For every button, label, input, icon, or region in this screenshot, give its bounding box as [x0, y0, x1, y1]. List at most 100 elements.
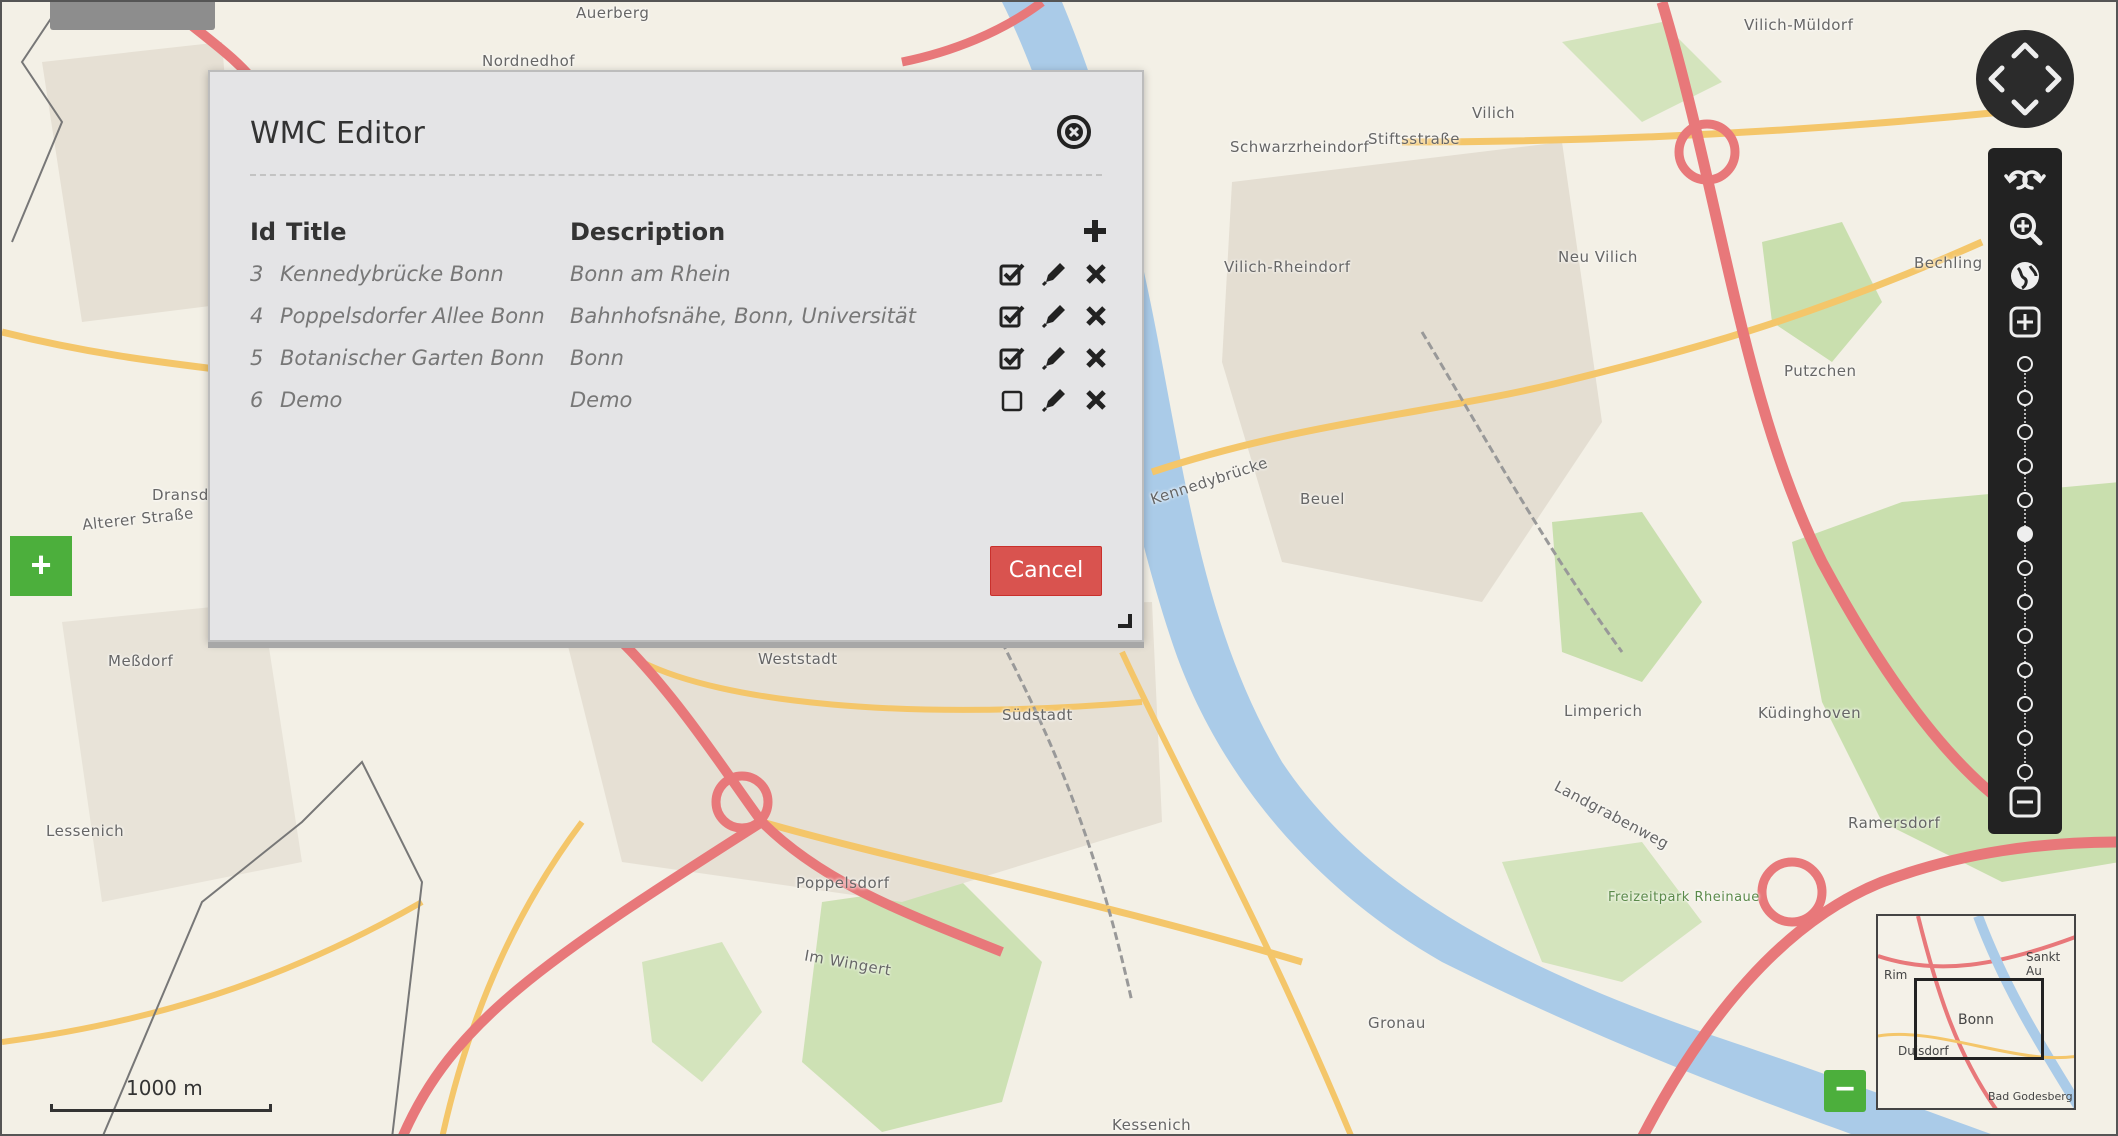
pencil-icon	[1041, 347, 1065, 371]
overview-label-sankt-au: Sankt Au	[2026, 950, 2061, 978]
wmc-editor-dialog: WMC Editor Id Title Description 3 Kenned…	[208, 70, 1144, 642]
x-icon	[1086, 264, 1106, 284]
map-label-lessenich: Lessenich	[46, 822, 125, 840]
map-label-rheinaue: Freizeitpark Rheinaue	[1608, 890, 1760, 905]
header-title: Title	[286, 218, 347, 246]
row-title: Botanischer Garten Bonn	[280, 346, 545, 370]
zoom-box-button[interactable]	[1988, 210, 2062, 246]
checkbox-checked-icon	[999, 263, 1025, 286]
map-canvas[interactable]: Auerberg Nordnedhof Vilich-Müldorf Vilic…	[0, 0, 2118, 1136]
map-label-kudinghoven: Küdinghoven	[1758, 704, 1862, 722]
overview-collapse-button[interactable]: −	[1824, 1070, 1866, 1112]
close-button[interactable]	[1056, 114, 1092, 150]
checkbox-empty-icon	[1001, 390, 1023, 412]
table-row: 6 Demo Demo	[250, 384, 1106, 426]
zoom-level-2[interactable]	[2017, 390, 2033, 406]
layer-expand-button[interactable]: +	[10, 536, 72, 596]
undo-redo-tools	[1988, 166, 2062, 196]
row-checkbox[interactable]	[998, 260, 1026, 288]
pan-arrows-icon	[1988, 42, 2062, 116]
map-label-auerberg: Auerberg	[576, 4, 650, 22]
x-icon	[1086, 390, 1106, 410]
zoom-out-button[interactable]	[1988, 784, 2062, 820]
map-label-messdorf: Meßdorf	[108, 652, 174, 670]
pencil-icon	[1041, 263, 1065, 287]
zoom-level-7[interactable]	[2017, 560, 2033, 576]
row-delete-button[interactable]	[1082, 386, 1110, 414]
zoom-level-5[interactable]	[2017, 492, 2033, 508]
overview-viewport-box[interactable]	[1914, 978, 2044, 1060]
resize-corner-icon	[1118, 614, 1132, 628]
zoom-level-13[interactable]	[2017, 764, 2033, 780]
row-title: Demo	[280, 388, 343, 412]
row-delete-button[interactable]	[1082, 344, 1110, 372]
scale-bar-label: 1000 m	[126, 1076, 203, 1100]
map-label-ramersdorf: Ramersdorf	[1848, 814, 1941, 832]
zoom-in-button[interactable]	[1988, 304, 2062, 340]
row-edit-button[interactable]	[1040, 302, 1068, 330]
map-label-bechling: Bechling	[1914, 254, 1983, 272]
zoom-level-1[interactable]	[2017, 356, 2033, 372]
map-label-kessenich: Kessenich	[1112, 1116, 1192, 1134]
pan-control[interactable]	[1976, 30, 2074, 128]
map-label-limperich: Limperich	[1564, 702, 1643, 720]
map-label-stiftsstrasse: Stiftsstraße	[1368, 130, 1461, 148]
map-label-schwarzrheindorf: Schwarzrheindorf	[1230, 138, 1370, 156]
header-description: Description	[570, 218, 726, 246]
zoom-level-9[interactable]	[2017, 628, 2033, 644]
zoom-to-world-button[interactable]	[1988, 258, 2062, 294]
map-label-vilich: Vilich	[1472, 104, 1516, 122]
add-wmc-button[interactable]	[1082, 218, 1108, 244]
map-label-weststadt: Weststadt	[758, 650, 838, 668]
row-id: 3	[250, 262, 264, 286]
plus-icon	[1084, 220, 1106, 242]
zoom-level-8[interactable]	[2017, 594, 2033, 610]
map-label-dransdorf: Dransd	[152, 486, 209, 504]
zoom-level-11[interactable]	[2017, 696, 2033, 712]
row-edit-button[interactable]	[1040, 260, 1068, 288]
table-row: 5 Botanischer Garten Bonn Bonn	[250, 342, 1106, 384]
map-label-neu-vilich: Neu Vilich	[1558, 248, 1638, 266]
row-edit-button[interactable]	[1040, 344, 1068, 372]
row-title: Kennedybrücke Bonn	[280, 262, 504, 286]
checkbox-checked-icon	[999, 305, 1025, 328]
zoom-level-4[interactable]	[2017, 458, 2033, 474]
zoom-level-3[interactable]	[2017, 424, 2033, 440]
cancel-button[interactable]: Cancel	[990, 546, 1102, 596]
wmc-table: Id Title Description 3 Kennedybrücke Bon…	[250, 218, 1106, 426]
map-toolbar	[1988, 148, 2062, 834]
resize-handle[interactable]	[1114, 610, 1134, 630]
pencil-icon	[1041, 305, 1065, 329]
row-description: Demo	[570, 388, 633, 412]
map-label-vilich-muldorf: Vilich-Müldorf	[1744, 16, 1854, 34]
map-label-poppelsdorf: Poppelsdorf	[796, 874, 890, 892]
row-checkbox[interactable]	[998, 344, 1026, 372]
scale-bar-line	[50, 1104, 272, 1112]
map-label-putzchen: Putzchen	[1784, 362, 1857, 380]
dialog-separator	[250, 174, 1102, 176]
row-edit-button[interactable]	[1040, 386, 1068, 414]
map-label-gronau: Gronau	[1368, 1014, 1426, 1032]
top-tab[interactable]	[50, 2, 215, 30]
globe-icon	[2011, 262, 2039, 290]
row-checkbox[interactable]	[998, 302, 1026, 330]
map-label-vilich-rheindorf: Vilich-Rheindorf	[1224, 258, 1351, 276]
row-delete-button[interactable]	[1082, 260, 1110, 288]
zoom-level-6-current[interactable]	[2017, 526, 2033, 542]
row-id: 6	[250, 388, 264, 412]
row-delete-button[interactable]	[1082, 302, 1110, 330]
overview-map[interactable]: Sankt Au Rim Bonn Duisdorf Bad Godesberg	[1876, 914, 2076, 1110]
zoom-plus-icon	[2009, 306, 2041, 338]
scale-bar: 1000 m	[50, 1076, 272, 1112]
table-header: Id Title Description	[250, 218, 1106, 258]
overview-label-bad-godesberg: Bad Godesberg	[1988, 1090, 2073, 1103]
row-checkbox[interactable]	[998, 386, 1026, 414]
x-icon	[1086, 306, 1106, 326]
pencil-icon	[1041, 389, 1065, 413]
row-title: Poppelsdorfer Allee Bonn	[280, 304, 545, 328]
zoom-minus-icon	[2009, 786, 2041, 818]
zoom-level-12[interactable]	[2017, 730, 2033, 746]
x-icon	[1086, 348, 1106, 368]
zoom-level-10[interactable]	[2017, 662, 2033, 678]
close-circle-icon	[1057, 115, 1091, 149]
